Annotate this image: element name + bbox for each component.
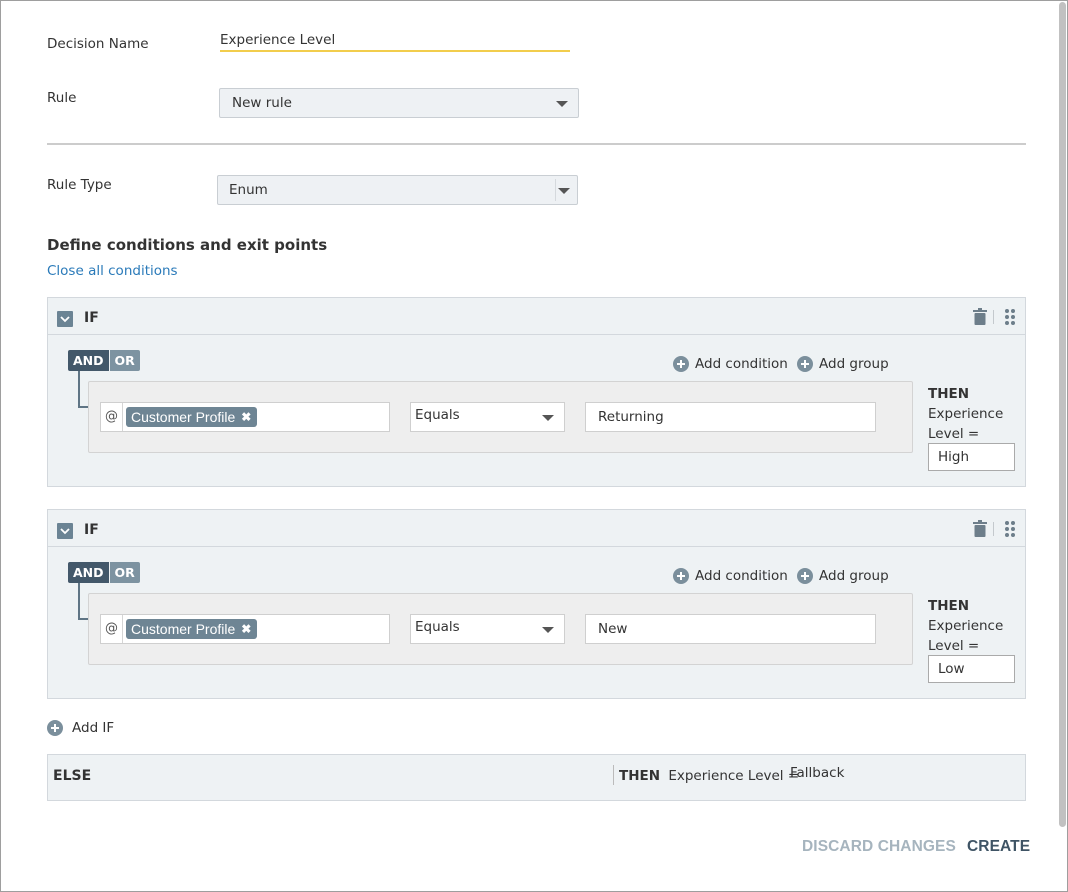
then-text: THEN Experience Level =: [928, 596, 1018, 656]
then-text: THEN Experience Level =: [928, 384, 1018, 444]
at-icon: @: [101, 615, 123, 643]
then-value-input[interactable]: High: [928, 443, 1015, 471]
then-word: THEN: [928, 386, 970, 402]
else-then-word: THEN: [619, 768, 661, 784]
operator-value: Equals: [415, 407, 460, 423]
else-then-output-label: Experience Level =: [668, 768, 800, 784]
operator-select[interactable]: Equals: [410, 614, 565, 644]
if-header: IF: [48, 510, 1025, 547]
if-label: IF: [84, 522, 99, 538]
chevron-down-icon: [558, 188, 570, 194]
field-input[interactable]: @ Customer Profile ✖: [100, 614, 390, 644]
else-then-text: THEN Experience Level =: [619, 768, 799, 784]
add-group-button[interactable]: Add group: [797, 568, 889, 584]
rule-type-select[interactable]: Enum: [217, 175, 578, 205]
value-input[interactable]: New: [585, 614, 876, 644]
add-condition-button[interactable]: Add condition: [673, 356, 788, 372]
drag-handle-icon[interactable]: [1004, 520, 1016, 538]
header-separator: [993, 310, 994, 324]
add-condition-label: Add condition: [695, 568, 788, 584]
condition-row: @ Customer Profile ✖ Equals New: [88, 593, 913, 665]
close-all-conditions-link[interactable]: Close all conditions: [47, 263, 178, 279]
chevron-down-icon: [556, 101, 568, 107]
field-chip-label: Customer Profile: [131, 409, 236, 425]
divider: [47, 143, 1026, 145]
rule-select-value: New rule: [232, 95, 292, 111]
rule-select[interactable]: New rule: [219, 88, 579, 118]
add-group-button[interactable]: Add group: [797, 356, 889, 372]
else-block: ELSE THEN Experience Level = Fallback: [47, 754, 1026, 801]
condition-row: @ Customer Profile ✖ Equals Returning: [88, 381, 913, 453]
plus-circle-icon: [797, 568, 813, 584]
select-divider: [555, 179, 556, 201]
discard-changes-button[interactable]: DISCARD CHANGES: [802, 838, 956, 856]
add-condition-label: Add condition: [695, 356, 788, 372]
field-chip: Customer Profile ✖: [126, 619, 258, 639]
scrollbar[interactable]: [1059, 2, 1066, 827]
if-block: IF AND OR Add condition Add group @ Cust…: [47, 297, 1026, 487]
else-value-input[interactable]: Fallback: [790, 765, 844, 781]
add-if-label: Add IF: [72, 720, 115, 736]
field-input[interactable]: @ Customer Profile ✖: [100, 402, 390, 432]
then-output-label: Experience Level =: [928, 406, 1004, 442]
and-or-toggle: AND OR: [68, 562, 140, 583]
and-or-toggle: AND OR: [68, 350, 140, 371]
create-button[interactable]: CREATE: [967, 838, 1030, 856]
field-chip-label: Customer Profile: [131, 621, 236, 637]
collapse-button[interactable]: [57, 523, 73, 539]
rule-type-label: Rule Type: [47, 177, 112, 193]
plus-circle-icon: [797, 356, 813, 372]
chevron-down-icon: [60, 316, 70, 323]
rule-label: Rule: [47, 90, 77, 106]
decision-name-label: Decision Name: [47, 36, 149, 52]
operator-value: Equals: [415, 619, 460, 635]
remove-icon[interactable]: ✖: [241, 410, 251, 424]
plus-circle-icon: [673, 356, 689, 372]
plus-circle-icon: [47, 720, 63, 736]
and-button[interactable]: AND: [68, 350, 109, 371]
at-icon: @: [101, 403, 123, 431]
operator-select[interactable]: Equals: [410, 402, 565, 432]
chevron-down-icon: [542, 415, 554, 421]
drag-handle-icon[interactable]: [1004, 308, 1016, 326]
or-button[interactable]: OR: [109, 350, 140, 371]
header-separator: [993, 522, 994, 536]
then-value-input[interactable]: Low: [928, 655, 1015, 683]
decision-name-input[interactable]: [220, 30, 570, 52]
trash-icon[interactable]: [973, 308, 987, 325]
if-block: IF AND OR Add condition Add group @ Cust…: [47, 509, 1026, 699]
remove-icon[interactable]: ✖: [241, 622, 251, 636]
section-title: Define conditions and exit points: [47, 236, 328, 254]
value-input[interactable]: Returning: [585, 402, 876, 432]
if-label: IF: [84, 310, 99, 326]
rule-type-select-value: Enum: [229, 182, 268, 198]
else-separator: [613, 765, 614, 785]
add-condition-button[interactable]: Add condition: [673, 568, 788, 584]
chevron-down-icon: [542, 627, 554, 633]
collapse-button[interactable]: [57, 311, 73, 327]
trash-icon[interactable]: [973, 520, 987, 537]
then-output-label: Experience Level =: [928, 618, 1004, 654]
add-group-label: Add group: [819, 356, 889, 372]
field-chip: Customer Profile ✖: [126, 407, 258, 427]
if-header: IF: [48, 298, 1025, 335]
plus-circle-icon: [673, 568, 689, 584]
add-group-label: Add group: [819, 568, 889, 584]
or-button[interactable]: OR: [109, 562, 140, 583]
else-label: ELSE: [53, 768, 92, 784]
and-button[interactable]: AND: [68, 562, 109, 583]
chevron-down-icon: [60, 528, 70, 535]
add-if-button[interactable]: Add IF: [47, 720, 114, 736]
then-word: THEN: [928, 598, 970, 614]
